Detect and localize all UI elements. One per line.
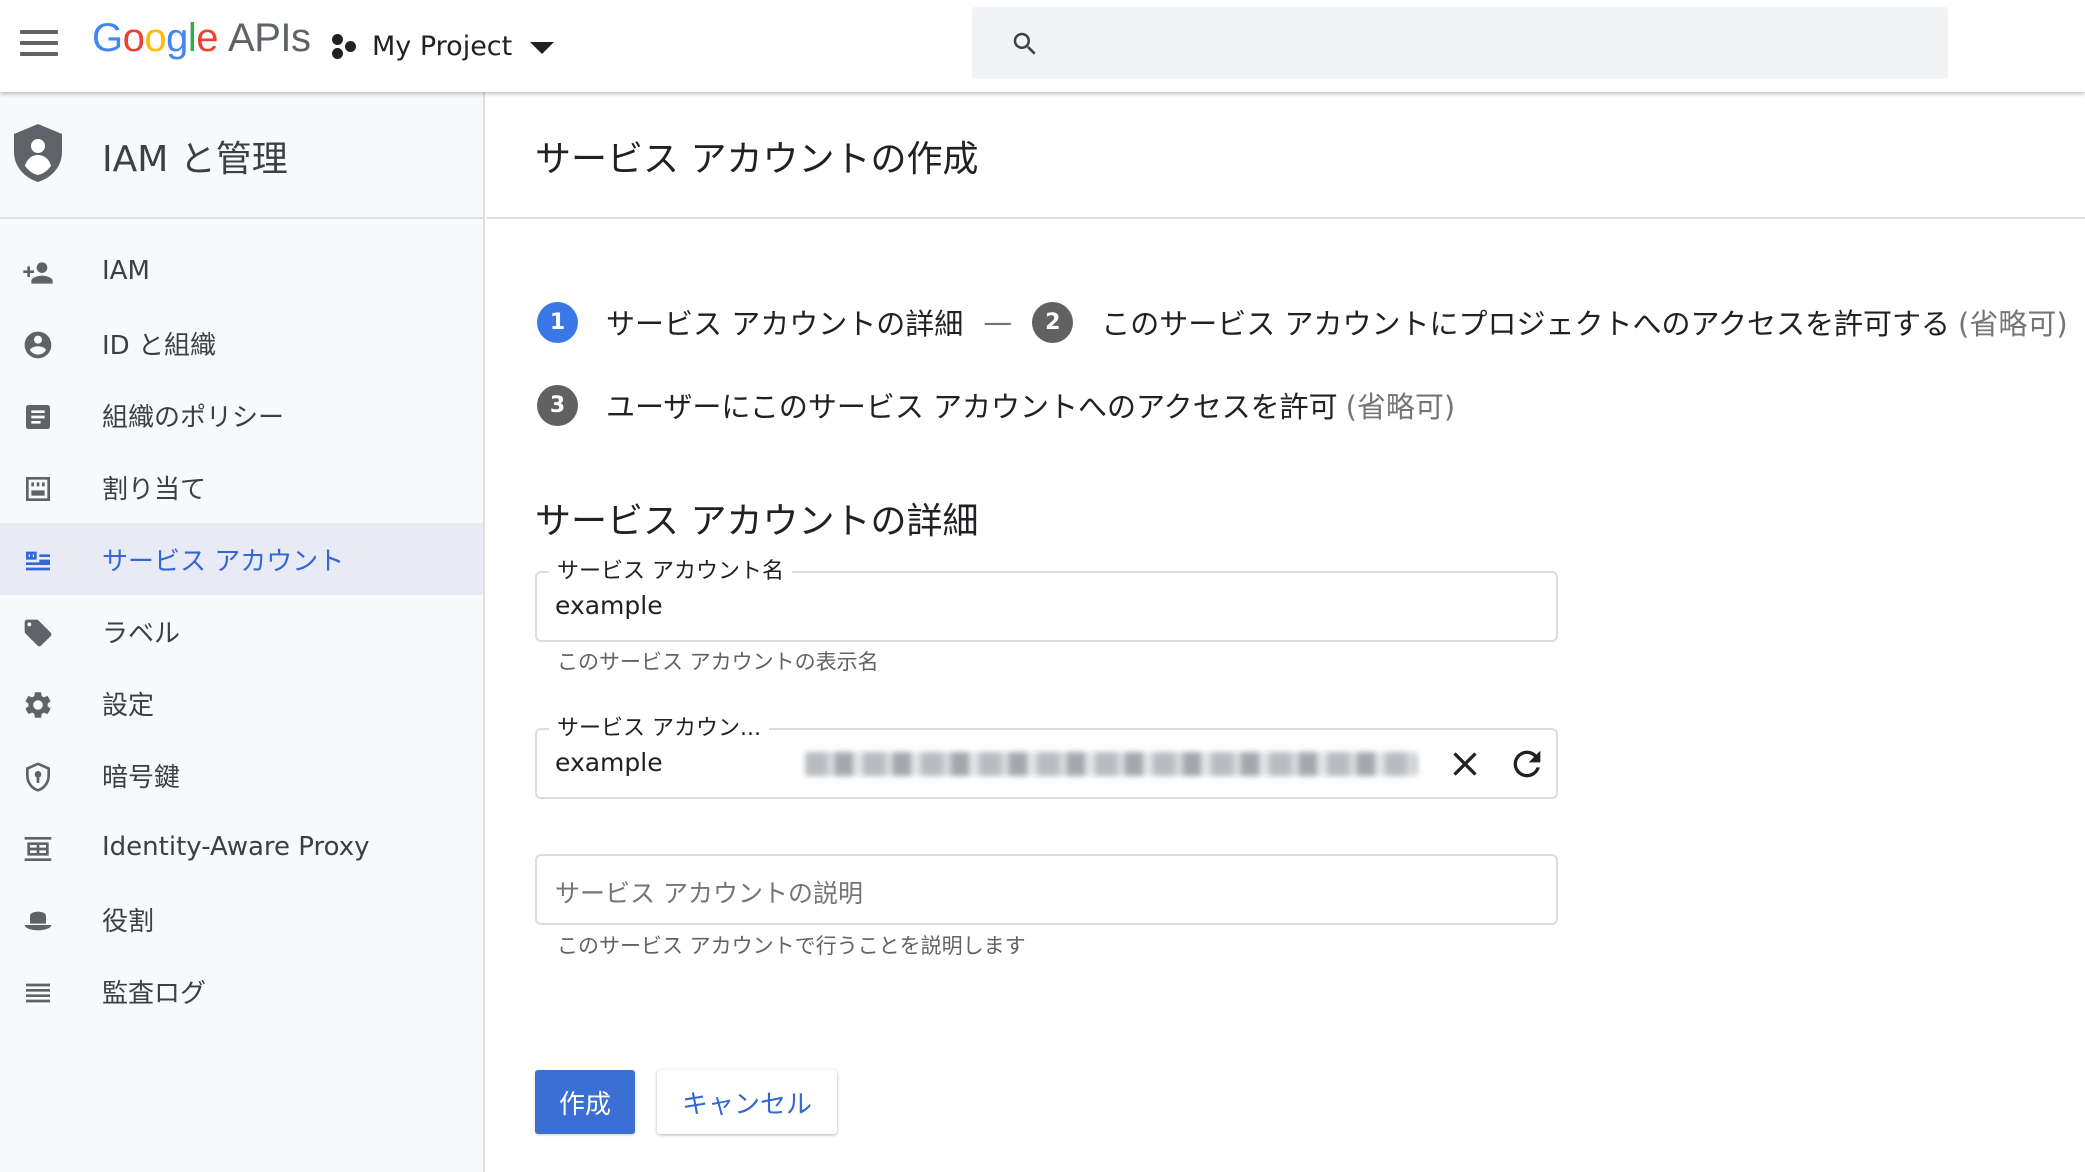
- step-separator: —: [983, 305, 1013, 339]
- sidebar-item-labels[interactable]: ラベル: [0, 595, 483, 667]
- document-icon: [26, 405, 50, 429]
- step-3-badge: 3: [537, 384, 578, 426]
- project-icon: [330, 31, 360, 61]
- sidebar-item-iam[interactable]: IAM: [0, 235, 483, 307]
- project-name: My Project: [372, 30, 513, 62]
- logo-apis-text: APIs: [228, 16, 311, 60]
- main-content: サービス アカウントの作成 1 サービス アカウントの詳細 — 2 このサービス…: [487, 92, 2085, 1172]
- list-icon: [26, 983, 50, 1003]
- field-label: サービス アカウント名: [549, 553, 792, 585]
- sidebar-item-crypto-keys[interactable]: 暗号鍵: [0, 739, 483, 811]
- project-selector[interactable]: My Project: [330, 24, 555, 68]
- sidebar-nav: IAM ID と組織 組織のポリシー 割り当て サービス アカウント ラベル 設…: [0, 219, 483, 1027]
- sidebar-item-label: 監査ログ: [102, 978, 207, 1009]
- search-icon: [1013, 32, 1036, 55]
- sidebar-item-label: 割り当て: [102, 474, 207, 505]
- sidebar-item-label: 設定: [102, 690, 155, 721]
- create-button[interactable]: 作成: [535, 1070, 635, 1134]
- proxy-icon: [24, 837, 52, 861]
- redacted-email-suffix: [805, 752, 1417, 776]
- sidebar-item-label: IAM: [102, 256, 150, 286]
- iam-shield-icon: [14, 124, 62, 182]
- sidebar-item-label: サービス アカウント: [102, 546, 345, 577]
- gear-icon: [25, 692, 51, 718]
- stepper-row-2: 3 ユーザーにこのサービス アカウントへのアクセスを許可 (省略可): [537, 375, 2068, 435]
- step-3-label: ユーザーにこのサービス アカウントへのアクセスを許可: [606, 390, 1338, 424]
- service-account-name-hint: このサービス アカウントの表示名: [557, 650, 879, 674]
- sidebar-item-roles[interactable]: 役割: [0, 883, 483, 955]
- sidebar-item-settings[interactable]: 設定: [0, 667, 483, 739]
- sidebar-item-audit-logs[interactable]: 監査ログ: [0, 955, 483, 1027]
- sidebar-item-quotas[interactable]: 割り当て: [0, 451, 483, 523]
- page-header: サービス アカウントの作成: [487, 92, 2085, 219]
- step-1-label: サービス アカウントの詳細: [606, 307, 964, 341]
- step-1-badge: 1: [537, 301, 578, 343]
- sidebar-header: IAM と管理: [0, 92, 483, 219]
- quota-icon: [26, 477, 50, 501]
- service-account-description-field[interactable]: サービス アカウントの説明: [535, 854, 1558, 925]
- page-title: サービス アカウントの作成: [535, 139, 979, 180]
- field-label: サービス アカウン...: [549, 710, 769, 742]
- logo-google-text: Google: [92, 16, 219, 60]
- sidebar-item-label: ラベル: [102, 618, 181, 649]
- sidebar-title: IAM と管理: [102, 139, 288, 180]
- sidebar-item-identity-org[interactable]: ID と組織: [0, 307, 483, 379]
- top-app-bar: Google APIs My Project: [0, 0, 2085, 92]
- stepper-row-1: 1 サービス アカウントの詳細 — 2 このサービス アカウントにプロジェクトへ…: [537, 292, 2068, 352]
- sidebar-item-label: ID と組織: [102, 330, 216, 361]
- step-2-optional: (省略可): [1958, 307, 2068, 341]
- sidebar-item-identity-aware-proxy[interactable]: Identity-Aware Proxy: [0, 811, 483, 883]
- main-menu-icon[interactable]: [20, 30, 58, 56]
- service-account-name-field[interactable]: サービス アカウント名 example: [535, 553, 1558, 642]
- shield-key-icon: [26, 762, 50, 792]
- chevron-down-icon: [530, 42, 555, 54]
- step-3-optional: (省略可): [1345, 390, 1456, 424]
- stepper: 1 サービス アカウントの詳細 — 2 このサービス アカウントにプロジェクトへ…: [537, 292, 2068, 435]
- step-2-badge: 2: [1032, 301, 1074, 343]
- account-circle-icon: [24, 331, 52, 359]
- refresh-icon[interactable]: [1507, 744, 1547, 784]
- field-value[interactable]: example: [555, 591, 663, 620]
- field-placeholder[interactable]: サービス アカウントの説明: [555, 874, 863, 910]
- google-apis-logo[interactable]: Google APIs: [92, 16, 311, 61]
- person-add-icon: [23, 262, 53, 284]
- sidebar-item-label: 組織のポリシー: [102, 402, 285, 433]
- label-tag-icon: [24, 619, 52, 647]
- sidebar-item-label: 暗号鍵: [102, 762, 181, 793]
- section-title: サービス アカウントの詳細: [535, 501, 979, 542]
- search-bar[interactable]: [972, 7, 1948, 79]
- sidebar: IAM と管理 IAM ID と組織 組織のポリシー 割り当て サービス アカウ…: [0, 92, 485, 1172]
- service-account-description-hint: このサービス アカウントで行うことを説明します: [557, 934, 1026, 958]
- sidebar-item-service-accounts[interactable]: サービス アカウント: [0, 523, 483, 595]
- field-value[interactable]: example: [555, 748, 663, 777]
- step-2-label: このサービス アカウントにプロジェクトへのアクセスを許可する: [1101, 307, 1951, 341]
- sidebar-item-label: 役割: [102, 906, 155, 937]
- cancel-button[interactable]: キャンセル: [657, 1070, 837, 1134]
- hat-icon: [24, 911, 52, 931]
- service-account-icon: [26, 551, 50, 571]
- service-account-id-field[interactable]: サービス アカウン... example: [535, 710, 1558, 799]
- sidebar-item-org-policies[interactable]: 組織のポリシー: [0, 379, 483, 451]
- sidebar-item-label: Identity-Aware Proxy: [102, 832, 370, 862]
- close-icon[interactable]: [1445, 744, 1485, 784]
